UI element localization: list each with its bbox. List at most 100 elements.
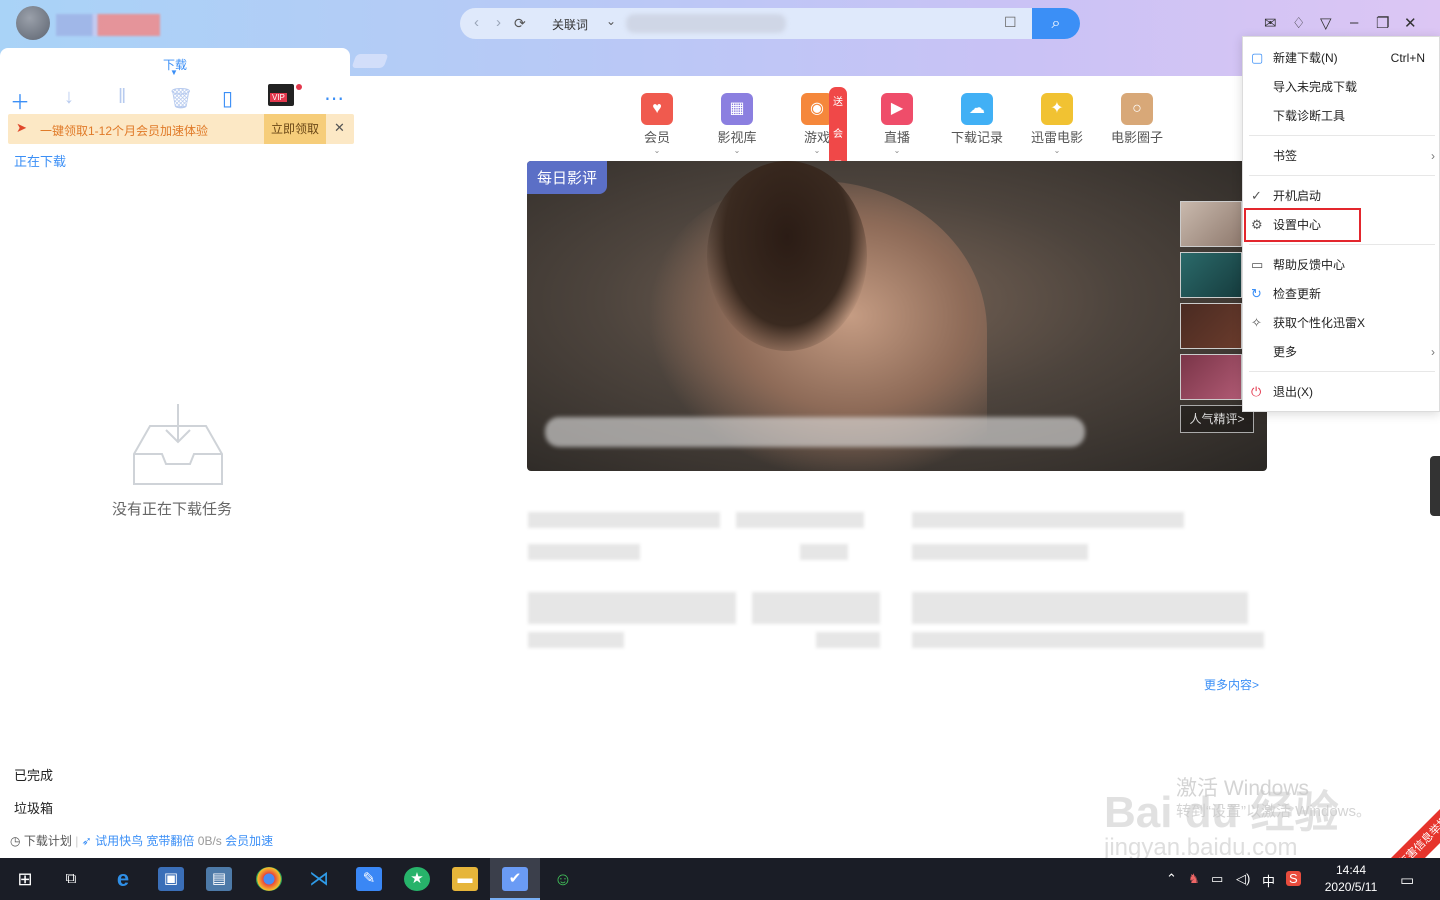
windows-start-icon[interactable]: ⊞ bbox=[12, 867, 38, 891]
trial-link[interactable]: 试用快鸟 bbox=[95, 834, 143, 848]
back-icon[interactable]: ‹ bbox=[474, 14, 479, 31]
menu-item-import[interactable]: 导入未完成下载 bbox=[1243, 73, 1440, 101]
menu-item-bookmarks[interactable]: 书签 › bbox=[1243, 142, 1440, 170]
feishu-icon[interactable]: ✎ bbox=[356, 867, 382, 891]
thumbnail[interactable] bbox=[1180, 252, 1242, 298]
notification-dot bbox=[296, 84, 302, 90]
featured-banner[interactable]: 每日影评 人气精评> bbox=[527, 161, 1267, 471]
youxun-icon[interactable]: ★ bbox=[404, 867, 430, 891]
blurred-content[interactable] bbox=[528, 592, 736, 624]
add-task-icon[interactable]: ＋ bbox=[10, 86, 30, 115]
tray-expand-icon[interactable]: ⌃ bbox=[1166, 871, 1177, 887]
cloud-icon: ☁ bbox=[961, 93, 993, 125]
menu-item-label: 更多 bbox=[1273, 345, 1298, 359]
side-widget[interactable] bbox=[1430, 456, 1440, 516]
nav-games[interactable]: ◉ 送会员 游戏 ⌄ bbox=[787, 87, 847, 183]
search-input[interactable] bbox=[624, 8, 1014, 39]
vscode-icon[interactable]: ⋊ bbox=[306, 867, 332, 891]
keyword-label[interactable]: 关联词 bbox=[552, 16, 588, 33]
chevron-down-icon[interactable]: ⌄ bbox=[606, 14, 616, 28]
menu-item-check-update[interactable]: ↻ 检查更新 bbox=[1243, 280, 1440, 308]
nav-xunlei-movie[interactable]: ✦ 迅雷电影 ⌄ bbox=[1027, 93, 1087, 155]
favorite-page-icon[interactable]: ☐ bbox=[1004, 14, 1017, 31]
sidebar-item-completed[interactable]: 已完成 bbox=[14, 765, 53, 784]
clock-date: 2020/5/11 bbox=[1324, 880, 1378, 894]
blurred-content[interactable] bbox=[528, 512, 720, 528]
menu-dropdown-icon[interactable]: ▽ bbox=[1320, 14, 1332, 32]
wechat-icon[interactable]: ☺ bbox=[550, 867, 576, 891]
nav-member[interactable]: ♥ 会员 ⌄ bbox=[627, 93, 687, 155]
thumbnail[interactable] bbox=[1180, 201, 1242, 247]
file-explorer-icon[interactable]: ▬ bbox=[452, 867, 478, 891]
thumbnail[interactable] bbox=[1180, 303, 1242, 349]
menu-item-new-download[interactable]: ▢ 新建下载(N) Ctrl+N bbox=[1243, 44, 1440, 72]
download-plan-link[interactable]: 下载计划 bbox=[24, 834, 72, 848]
mail-icon[interactable]: ✉ bbox=[1264, 14, 1277, 32]
menu-item-label: 检查更新 bbox=[1273, 287, 1322, 301]
vip-icon[interactable]: VIP bbox=[268, 84, 294, 106]
mobile-icon[interactable]: ▯ bbox=[222, 86, 233, 111]
promo-banner: ➤ 一键领取1-12个月会员加速体验 立即领取 ✕ bbox=[8, 114, 354, 144]
search-button[interactable]: ⌕ bbox=[1032, 8, 1080, 39]
menu-item-exit[interactable]: ⏻ 退出(X) bbox=[1243, 378, 1440, 406]
skin-icon[interactable]: ♢ bbox=[1292, 14, 1305, 32]
edge-icon[interactable]: e bbox=[110, 867, 136, 891]
close-icon[interactable]: ✕ bbox=[1404, 14, 1417, 32]
nav-live[interactable]: ▶ 直播 ⌄ bbox=[867, 93, 927, 155]
forward-icon[interactable]: › bbox=[496, 14, 501, 31]
menu-separator bbox=[1249, 371, 1435, 372]
tray-qq-icon[interactable]: ♞ bbox=[1188, 871, 1200, 887]
search-icon: ⌕ bbox=[1051, 15, 1061, 32]
nav-movie-circle[interactable]: ○ 电影圈子 bbox=[1107, 93, 1167, 146]
blurred-content[interactable] bbox=[912, 592, 1248, 624]
sidebar-item-trash[interactable]: 垃圾箱 bbox=[14, 798, 53, 817]
refresh-icon[interactable]: ⟳ bbox=[514, 15, 526, 32]
member-boost-link[interactable]: 会员加速 bbox=[225, 834, 273, 848]
baidu-jingyan-logo: Bai du 经验 bbox=[1104, 788, 1339, 837]
chrome-icon[interactable] bbox=[256, 867, 282, 891]
user-avatar[interactable] bbox=[16, 6, 50, 40]
menu-item-autostart[interactable]: ✓ 开机启动 bbox=[1243, 182, 1440, 210]
blurred-content[interactable] bbox=[752, 592, 880, 624]
minimize-icon[interactable]: – bbox=[1350, 14, 1358, 31]
nav-label: 迅雷电影 bbox=[1030, 130, 1083, 145]
menu-item-personalize[interactable]: ✧ 获取个性化迅雷X bbox=[1243, 309, 1440, 337]
claim-button[interactable]: 立即领取 bbox=[264, 114, 326, 144]
nav-download-history[interactable]: ☁ 下载记录 bbox=[947, 93, 1007, 146]
blurred-content[interactable] bbox=[912, 512, 1184, 528]
system-clock[interactable]: 14:44 2020/5/11 bbox=[1316, 862, 1386, 896]
nav-label: 下载记录 bbox=[950, 130, 1003, 145]
new-tab-button[interactable] bbox=[351, 54, 389, 68]
username-blurred[interactable] bbox=[56, 14, 160, 36]
network-app-icon[interactable]: ▣ bbox=[158, 867, 184, 891]
nav-film-library[interactable]: ▦ 影视库 ⌄ bbox=[707, 93, 767, 155]
chevron-down-icon: ⌄ bbox=[1053, 146, 1061, 155]
thumbnail[interactable] bbox=[1180, 354, 1242, 400]
task-view-icon[interactable]: ⧉ bbox=[58, 867, 84, 891]
ime-indicator[interactable]: 中 bbox=[1262, 871, 1275, 890]
promo-text[interactable]: 一键领取1-12个月会员加速体验 bbox=[40, 122, 208, 139]
speed-value: 0B/s bbox=[197, 834, 222, 848]
more-icon[interactable]: ⋯ bbox=[324, 86, 344, 111]
start-download-icon[interactable]: ↓ bbox=[64, 86, 74, 109]
close-icon[interactable]: ✕ bbox=[334, 120, 345, 136]
menu-item-more[interactable]: 更多 › bbox=[1243, 338, 1440, 366]
remote-desktop-icon[interactable]: ▤ bbox=[206, 867, 232, 891]
vip-label: VIP bbox=[270, 93, 287, 102]
xunlei-icon[interactable]: ✔ bbox=[502, 867, 528, 891]
maximize-icon[interactable]: ❐ bbox=[1376, 14, 1389, 32]
sogou-icon[interactable]: S bbox=[1286, 871, 1301, 886]
delete-icon[interactable]: 🗑 bbox=[168, 86, 193, 111]
volume-icon[interactable]: ◁) bbox=[1236, 871, 1250, 887]
boost-link[interactable]: 宽带翻倍 bbox=[146, 834, 194, 848]
more-content-link[interactable]: 更多内容> bbox=[1204, 676, 1259, 693]
blurred-content[interactable] bbox=[736, 512, 864, 528]
pause-icon[interactable]: ‖ bbox=[118, 86, 126, 109]
menu-item-label: 开机启动 bbox=[1273, 189, 1322, 203]
notification-icon[interactable]: ▭ bbox=[1400, 871, 1414, 889]
network-icon[interactable]: ▭ bbox=[1211, 871, 1223, 887]
blurred-content bbox=[912, 632, 1264, 648]
menu-item-diagnostics[interactable]: 下载诊断工具 bbox=[1243, 102, 1440, 130]
sidebar-item-downloading[interactable]: 正在下载 bbox=[14, 151, 66, 170]
menu-item-help[interactable]: ▭ 帮助反馈中心 bbox=[1243, 251, 1440, 279]
